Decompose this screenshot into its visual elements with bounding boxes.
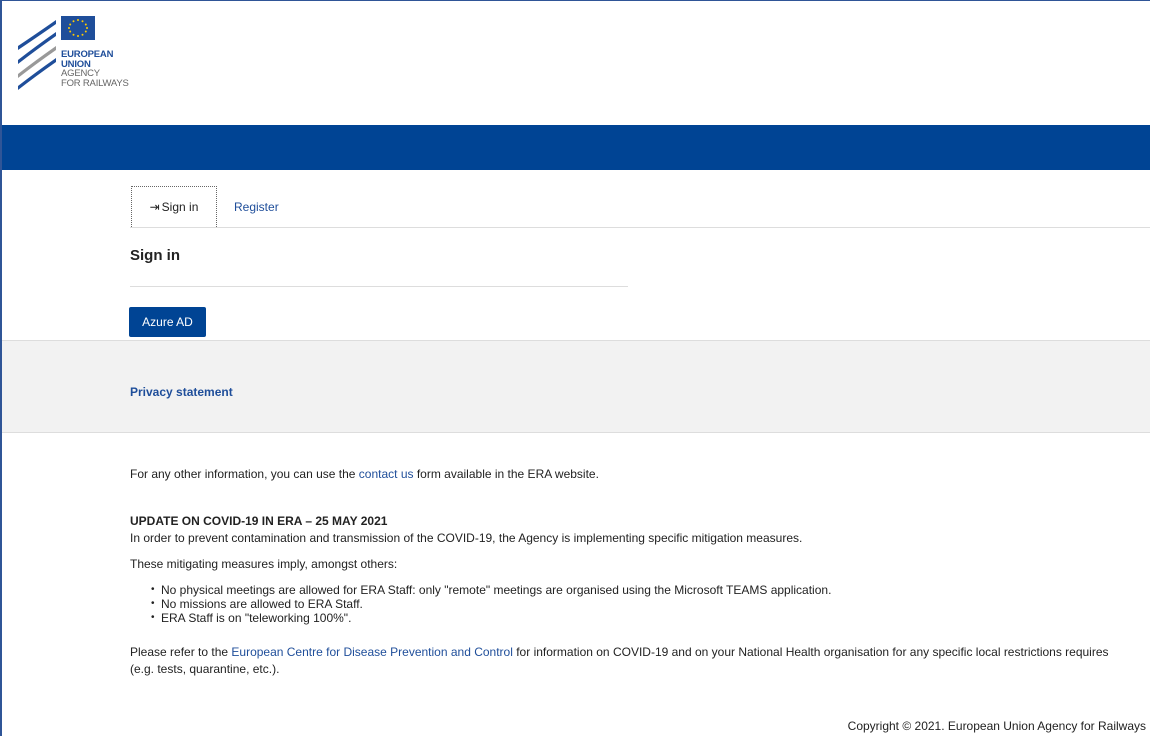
window-top-border	[0, 0, 1150, 1]
list-item: No physical meetings are allowed for ERA…	[151, 583, 831, 597]
copyright-text: Copyright © 2021. European Union Agency …	[847, 719, 1146, 733]
covid-paragraph-2: These mitigating measures imply, amongst…	[130, 557, 398, 571]
covid-paragraph-1: In order to prevent contamination and tr…	[130, 531, 803, 545]
list-item: No missions are allowed to ERA Staff.	[151, 597, 831, 611]
ecdc-text: Please refer to the European Centre for …	[130, 644, 1120, 678]
title-divider	[130, 286, 628, 287]
logo-line-4: FOR RAILWAYS	[61, 77, 129, 89]
privacy-statement-link[interactable]: Privacy statement	[130, 385, 233, 399]
ecdc-link[interactable]: European Centre for Disease Prevention a…	[231, 645, 513, 659]
contact-text: For any other information, you can use t…	[130, 467, 599, 481]
tab-sign-in[interactable]: ⇥ Sign in	[131, 186, 217, 227]
tab-register[interactable]: Register	[234, 200, 279, 214]
ecdc-prefix: Please refer to the	[130, 645, 232, 659]
contact-us-link[interactable]: contact us	[359, 467, 414, 481]
auth-tabs: ⇥ Sign in Register	[130, 186, 1150, 228]
page-title: Sign in	[130, 247, 180, 264]
privacy-band: Privacy statement	[2, 340, 1150, 433]
logo-wordmark: EUROPEAN UNION AGENCY FOR RAILWAYS	[61, 50, 129, 88]
covid-heading: UPDATE ON COVID-19 IN ERA – 25 MAY 2021	[130, 514, 388, 528]
contact-suffix: form available in the ERA website.	[413, 467, 599, 481]
tab-sign-in-label: Sign in	[161, 200, 199, 214]
era-logo[interactable]: EUROPEAN UNION AGENCY FOR RAILWAYS	[16, 16, 156, 96]
sign-in-icon: ⇥	[149, 200, 160, 214]
header-band	[2, 125, 1150, 170]
contact-prefix: For any other information, you can use t…	[130, 467, 359, 481]
list-item: ERA Staff is on "teleworking 100%".	[151, 611, 831, 625]
measures-list: No physical meetings are allowed for ERA…	[151, 583, 831, 625]
azure-ad-button[interactable]: Azure AD	[129, 307, 206, 337]
